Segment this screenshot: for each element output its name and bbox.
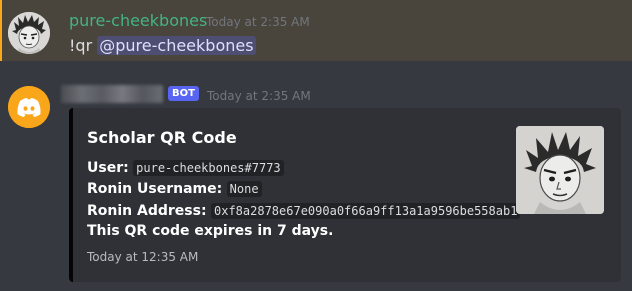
sketch-portrait-icon xyxy=(516,126,604,214)
embed-thumbnail[interactable] xyxy=(516,126,604,214)
ronin-username-field: Ronin Username: None xyxy=(87,180,262,198)
user-avatar[interactable] xyxy=(8,12,50,54)
ronin-address-value: 0xf8a2878e67e090a0f66a9ff13a1a9596be558a… xyxy=(211,203,521,219)
blurred-bot-name[interactable] xyxy=(61,85,163,103)
bot-avatar[interactable] xyxy=(8,86,50,128)
bot-message-timestamp[interactable]: Today at 2:35 AM xyxy=(207,88,311,104)
mention-message[interactable]: pure-cheekbones Today at 2:35 AM !qr @pu… xyxy=(0,0,632,61)
bot-tag-badge: BOT xyxy=(168,86,199,101)
expiry-notice: This QR code expires in 7 days. xyxy=(87,223,334,239)
message-username[interactable]: pure-cheekbones xyxy=(69,10,207,32)
mention-highlight-bar xyxy=(0,0,2,61)
message-content: !qr @pure-cheekbones xyxy=(69,35,256,57)
command-text: !qr xyxy=(69,36,93,55)
ronin-username-value: None xyxy=(226,181,262,197)
ronin-address-label: Ronin Address: xyxy=(87,203,207,219)
user-mention[interactable]: @pure-cheekbones xyxy=(97,36,256,55)
user-field-value: pure-cheekbones#7773 xyxy=(133,160,284,176)
sketch-portrait-icon xyxy=(8,12,50,54)
qr-embed: Scholar QR Code User: pure-cheekbones#77… xyxy=(69,108,621,282)
ronin-username-label: Ronin Username: xyxy=(87,181,223,197)
message-timestamp[interactable]: Today at 2:35 AM xyxy=(206,14,310,30)
embed-footer-timestamp: Today at 12:35 AM xyxy=(87,250,199,264)
discord-logo-icon xyxy=(8,86,50,128)
ronin-address-field: Ronin Address: 0xf8a2878e67e090a0f66a9ff… xyxy=(87,202,521,220)
user-field-label: User: xyxy=(87,160,129,176)
user-field: User: pure-cheekbones#7773 xyxy=(87,159,284,177)
embed-title: Scholar QR Code xyxy=(87,128,237,147)
embed-accent-bar xyxy=(69,108,73,282)
